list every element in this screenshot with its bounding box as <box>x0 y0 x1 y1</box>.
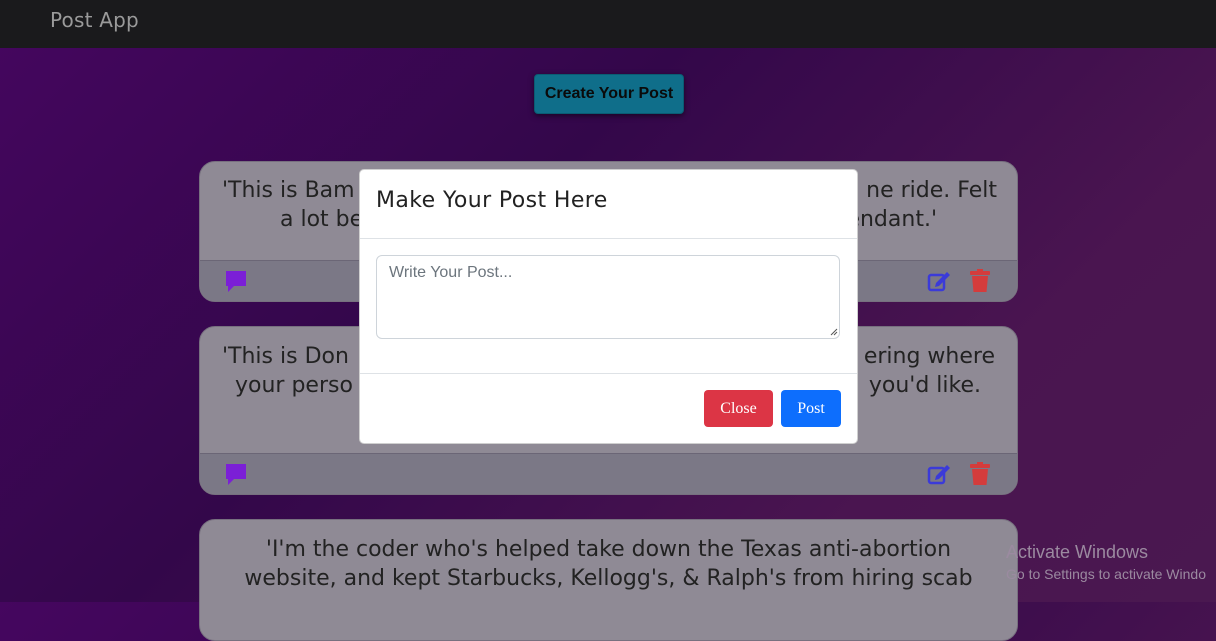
modal-divider <box>360 373 857 374</box>
post-footer <box>200 453 1017 494</box>
comment-icon[interactable] <box>224 269 248 293</box>
post-input[interactable] <box>376 255 840 339</box>
post-text-right: ne ride. Felt <box>866 178 997 203</box>
modal-divider <box>360 238 857 239</box>
modal-title: Make Your Post Here <box>376 188 608 213</box>
comment-icon[interactable] <box>224 462 248 486</box>
close-button[interactable]: Close <box>704 390 773 427</box>
trash-icon[interactable] <box>969 462 991 486</box>
post-text-right: ering where <box>863 344 995 369</box>
post-button[interactable]: Post <box>781 390 841 427</box>
activate-windows-subtitle: Go to Settings to activate Windo <box>1006 566 1206 582</box>
edit-icon[interactable] <box>927 270 951 292</box>
post-text-left-2: your perso <box>235 373 353 398</box>
navbar: Post App <box>0 0 1216 48</box>
brand-title[interactable]: Post App <box>50 8 139 32</box>
post-text-left-2: a lot be <box>280 207 364 232</box>
post-text-right-2: you'd like. <box>868 373 981 398</box>
trash-icon[interactable] <box>969 269 991 293</box>
post-card: 'I'm the coder who's helped take down th… <box>199 519 1018 641</box>
create-post-button[interactable]: Create Your Post <box>534 74 684 114</box>
create-post-modal: Make Your Post Here Close Post <box>359 169 858 444</box>
post-text-line2: website, and kept Starbucks, Kellogg's, … <box>244 566 973 591</box>
post-text-left: 'This is Bam <box>222 178 355 203</box>
edit-icon[interactable] <box>927 463 951 485</box>
post-text-left: 'This is Don <box>222 344 349 369</box>
resize-handle-icon[interactable] <box>830 328 838 336</box>
post-text-right-2: endant.' <box>846 207 937 232</box>
post-text-line1: 'I'm the coder who's helped take down th… <box>265 537 952 562</box>
activate-windows-title: Activate Windows <box>1006 542 1149 562</box>
